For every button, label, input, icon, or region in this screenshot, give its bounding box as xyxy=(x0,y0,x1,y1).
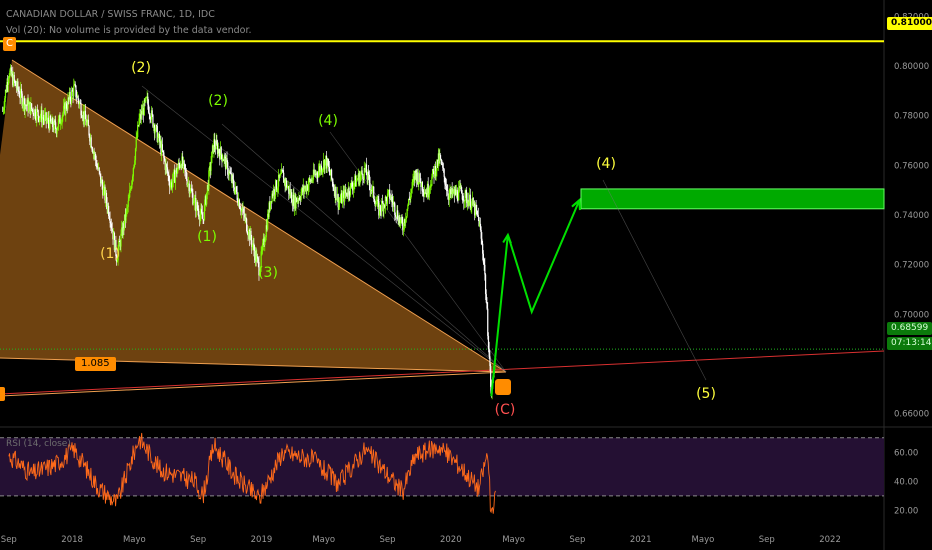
wave-label-3: (3) xyxy=(258,265,278,281)
candle-body-361 xyxy=(264,241,266,246)
chart-canvas[interactable]: 60.0040.0020.00 0.820000.800000.780000.7… xyxy=(0,0,932,550)
candle-body-36 xyxy=(28,104,30,112)
volume-note: Vol (20): No volume is provided by the d… xyxy=(6,25,252,36)
candle-body-593 xyxy=(432,168,434,172)
candle-body-541 xyxy=(394,214,397,217)
candle-body-95 xyxy=(70,90,73,102)
time-axis-label: 2022 xyxy=(819,535,841,545)
time-axis-label: Sep xyxy=(569,535,585,545)
candle-body-655 xyxy=(477,215,479,218)
left-edge-badge[interactable] xyxy=(0,387,5,401)
price-axis-label: 0.76000 xyxy=(894,161,929,171)
price-axis-label: 0.80000 xyxy=(894,62,929,72)
candle-body-264 xyxy=(193,198,195,204)
time-axis-label: 2020 xyxy=(440,535,462,545)
rsi-axis-label: 60.00 xyxy=(894,448,918,458)
time-axis-label: Sep xyxy=(190,535,206,545)
wave-label-4-target: (4) xyxy=(596,156,616,172)
fib-ratio-badge[interactable]: 1.085 xyxy=(75,357,116,371)
resistance-price-tag: 0.81000 xyxy=(887,17,932,30)
wave-bottom-badge[interactable] xyxy=(495,379,511,395)
time-axis-label: Sep xyxy=(1,535,17,545)
candle-body-495 xyxy=(361,170,363,175)
time-axis-label: Sep xyxy=(380,535,396,545)
candle-body-184 xyxy=(135,137,137,149)
candle-body-235 xyxy=(172,172,174,182)
candle-body-668 xyxy=(487,308,489,336)
wave-label-5-target: (5) xyxy=(696,386,716,402)
price-axis-label: 0.72000 xyxy=(894,261,929,271)
wave-label-1-b: (1) xyxy=(197,229,217,245)
price-axis-label: 0.74000 xyxy=(894,211,929,221)
candle-body-186 xyxy=(137,125,139,138)
candle-countdown-tag: 07:13:14 xyxy=(887,337,932,350)
candle-body-287 xyxy=(210,163,212,171)
time-axis-label: Mayo xyxy=(502,535,525,545)
price-axis-label: 0.66000 xyxy=(894,410,929,420)
time-axis-label: Sep xyxy=(759,535,775,545)
candle-body-644 xyxy=(469,194,471,209)
time-axis-label: 2021 xyxy=(630,535,652,545)
candle-body-133 xyxy=(98,167,100,172)
candle-body-163 xyxy=(120,233,122,247)
candle-body-220 xyxy=(161,144,163,151)
wave-label-c-red: (C) xyxy=(495,402,516,418)
candle-body-180 xyxy=(132,168,134,177)
candle-body-118 xyxy=(87,119,89,126)
candle-body-98 xyxy=(73,85,75,97)
candle-body-173 xyxy=(127,200,129,207)
wave-label-2-top: (2) xyxy=(131,60,151,76)
time-axis-label: 2018 xyxy=(61,535,83,545)
wave-label-1-a: (1) xyxy=(100,246,120,262)
time-axis-label: Mayo xyxy=(123,535,146,545)
candle-body-151 xyxy=(111,228,113,231)
c-wave-badge[interactable]: C xyxy=(3,37,16,51)
candle-body-75 xyxy=(56,129,58,134)
candle-body-383 xyxy=(280,173,282,175)
candle-body-250 xyxy=(183,160,185,164)
candle-body-608 xyxy=(443,169,445,177)
price-axis-label: 0.70000 xyxy=(894,310,929,320)
time-axis-label: 2019 xyxy=(251,535,273,545)
candle-body-603 xyxy=(439,155,442,159)
rsi-title: RSI (14, close) xyxy=(6,439,71,449)
candle-body-459 xyxy=(335,186,337,200)
candle-body-40 xyxy=(31,103,33,109)
target-zone xyxy=(580,188,885,210)
candle-body-49 xyxy=(37,110,39,117)
candle-body-301 xyxy=(220,147,222,155)
time-axis-label: Mayo xyxy=(692,535,715,545)
time-axis-label: Mayo xyxy=(312,535,335,545)
wave-label-4-green: (4) xyxy=(318,113,338,129)
chart-title: CANADIAN DOLLAR / SWISS FRANC, 1D, IDC xyxy=(6,9,215,20)
rsi-axis-label: 20.00 xyxy=(894,506,918,516)
wave-label-2-green: (2) xyxy=(208,93,228,109)
candle-body-664 xyxy=(484,264,486,275)
candle-body-122 xyxy=(90,137,92,148)
price-axis-label: 0.78000 xyxy=(894,112,929,122)
candle-body-453 xyxy=(331,169,333,179)
rsi-axis-label: 40.00 xyxy=(894,477,918,487)
current-price-tag: 0.68599 xyxy=(887,322,932,335)
candle-body-134 xyxy=(99,171,101,174)
